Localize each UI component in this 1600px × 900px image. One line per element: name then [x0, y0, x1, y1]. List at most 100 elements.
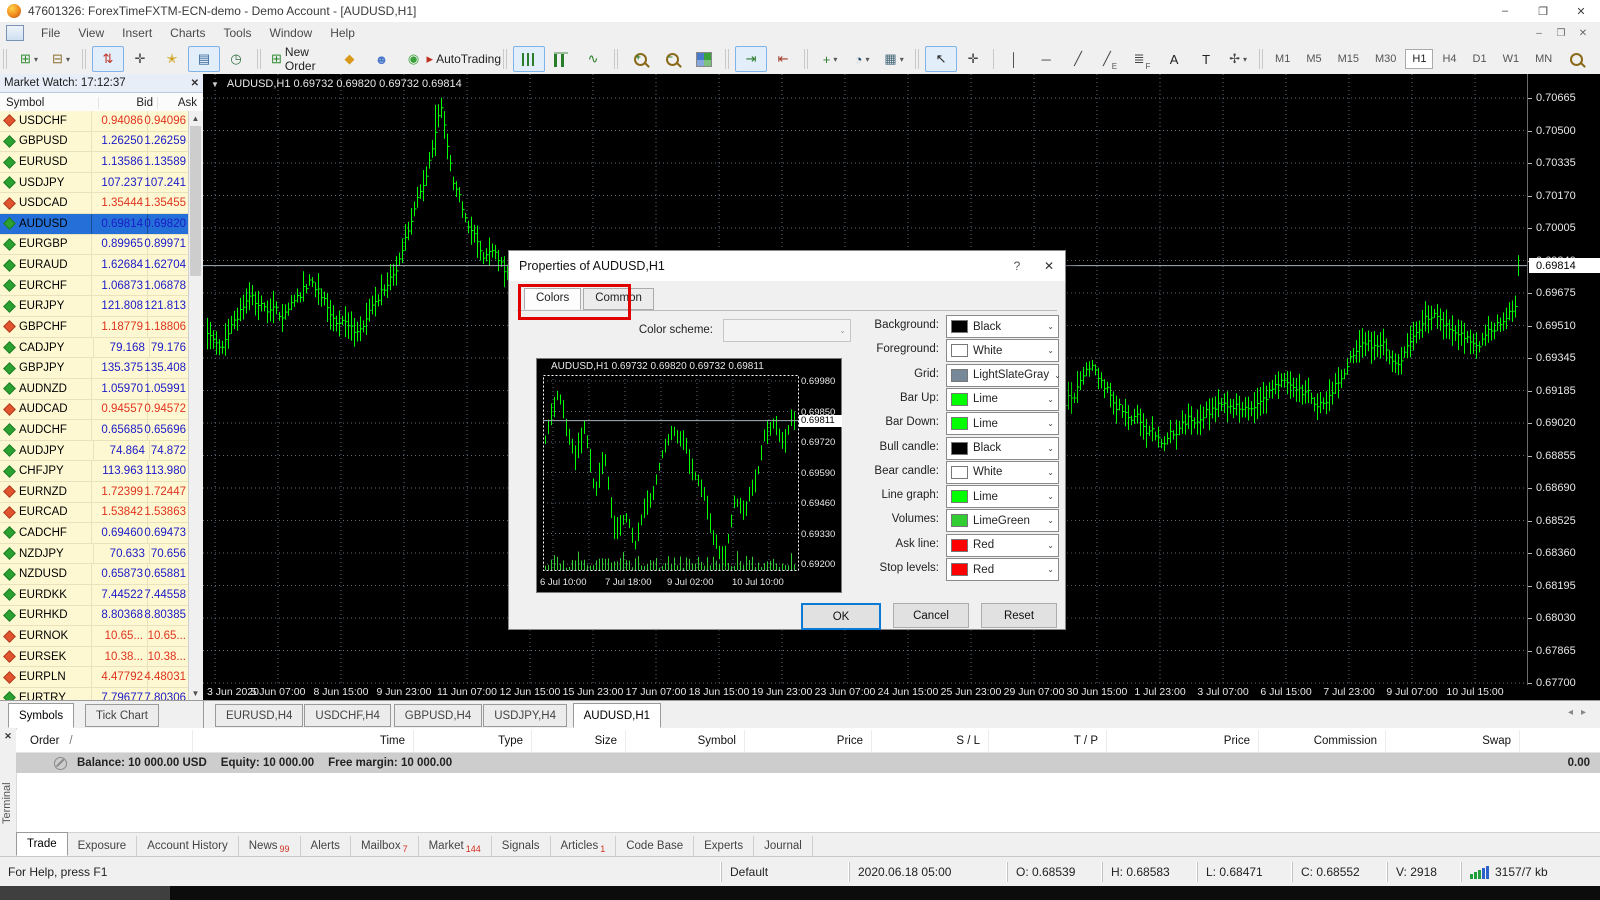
- menu-tools[interactable]: Tools: [215, 22, 261, 44]
- color-select-foreground-[interactable]: White⌄: [946, 339, 1059, 362]
- market-watch-row[interactable]: EURSEK10.38...10.38...: [0, 647, 189, 668]
- tab-scroll-left-icon[interactable]: ◂: [1568, 707, 1573, 718]
- chart-tab-audusd-h1[interactable]: AUDUSD,H1: [573, 703, 661, 728]
- scroll-down-icon[interactable]: ▼: [189, 686, 202, 700]
- chart-tab-eurusd-h4[interactable]: EURUSD,H4: [215, 704, 303, 727]
- timeframe-w1[interactable]: W1: [1496, 49, 1527, 69]
- market-watch-row[interactable]: EURHKD8.803688.80385: [0, 606, 189, 627]
- bar-chart-type-icon[interactable]: [513, 46, 545, 72]
- market-watch-row[interactable]: CADJPY79.16879.176: [0, 338, 189, 359]
- maximize-button[interactable]: ❐: [1524, 0, 1562, 22]
- close-button[interactable]: ✕: [1562, 0, 1600, 22]
- market-watch-row[interactable]: USDCAD1.354441.35455: [0, 193, 189, 214]
- menu-view[interactable]: View: [69, 22, 113, 44]
- cancel-button[interactable]: Cancel: [893, 603, 969, 628]
- menu-window[interactable]: Window: [261, 22, 322, 44]
- dialog-close-button[interactable]: ✕: [1033, 251, 1065, 281]
- horizontal-line-icon[interactable]: ─: [1030, 46, 1062, 72]
- scrollbar-thumb[interactable]: [190, 126, 201, 276]
- terminal-column-symbol[interactable]: Symbol: [626, 730, 745, 752]
- color-select-grid-[interactable]: LightSlateGray⌄: [946, 364, 1059, 387]
- chart-tab-usdjpy-h4[interactable]: USDJPY,H4: [483, 704, 567, 727]
- market-watch-row[interactable]: EURCAD1.538421.53863: [0, 503, 189, 524]
- tab-scroll-right-icon[interactable]: ▸: [1581, 707, 1586, 718]
- timeframe-m30[interactable]: M30: [1368, 49, 1403, 69]
- auto-scroll-icon[interactable]: ⇥: [735, 46, 767, 72]
- terminal-column-commission[interactable]: Commission: [1259, 730, 1386, 752]
- timeframe-h1[interactable]: H1: [1405, 49, 1433, 69]
- terminal-tab-signals[interactable]: Signals: [492, 836, 551, 856]
- market-watch-row[interactable]: EURAUD1.626841.62704: [0, 255, 189, 276]
- reset-button[interactable]: Reset: [981, 603, 1057, 628]
- profiles-icon[interactable]: ⊟▾: [45, 46, 77, 72]
- terminal-tab-alerts[interactable]: Alerts: [301, 836, 351, 856]
- market-watch-row[interactable]: CADCHF0.694600.69473: [0, 523, 189, 544]
- color-select-bear-candle-[interactable]: White⌄: [946, 461, 1059, 484]
- timeframe-m5[interactable]: M5: [1299, 49, 1328, 69]
- chevron-down-icon[interactable]: ▼: [211, 80, 219, 89]
- dialog-tab-common[interactable]: Common: [583, 288, 654, 310]
- scroll-up-icon[interactable]: ▲: [189, 111, 202, 125]
- market-watch-tab-symbols[interactable]: Symbols: [8, 703, 74, 728]
- cursor-icon[interactable]: ↖: [925, 46, 957, 72]
- terminal-tab-news[interactable]: News99: [239, 836, 301, 856]
- trendline-icon[interactable]: ╱: [1062, 46, 1094, 72]
- market-watch-row[interactable]: EURUSD1.135861.13589: [0, 152, 189, 173]
- terminal-tab-journal[interactable]: Journal: [754, 836, 813, 856]
- experts-icon[interactable]: ☻: [365, 46, 397, 72]
- search-icon[interactable]: [1560, 46, 1592, 72]
- templates-icon[interactable]: ▦▾: [878, 46, 910, 72]
- market-watch-row[interactable]: EURTRY7.796777.80306: [0, 688, 189, 700]
- market-watch-row[interactable]: AUDCHF0.656850.65696: [0, 420, 189, 441]
- market-watch-row[interactable]: GBPCHF1.187791.18806: [0, 317, 189, 338]
- dialog-help-button[interactable]: ?: [1001, 251, 1033, 281]
- market-watch-row[interactable]: AUDCAD0.945570.94572: [0, 400, 189, 421]
- child-minimize-button[interactable]: –: [1528, 24, 1550, 42]
- color-select-background-[interactable]: Black⌄: [946, 315, 1059, 338]
- zoom-in-icon[interactable]: +: [624, 46, 656, 72]
- market-watch-scrollbar[interactable]: ▲ ▼: [188, 111, 203, 700]
- terminal-tab-code-base[interactable]: Code Base: [616, 836, 694, 856]
- terminal-close-icon[interactable]: ✕: [2, 730, 14, 742]
- market-watch-row[interactable]: EURNZD1.723991.72447: [0, 482, 189, 503]
- color-select-bar-up-[interactable]: Lime⌄: [946, 388, 1059, 411]
- vertical-line-icon[interactable]: │: [998, 46, 1030, 72]
- terminal-column-type[interactable]: Type: [414, 730, 532, 752]
- terminal-tab-trade[interactable]: Trade: [16, 832, 68, 856]
- minimize-button[interactable]: –: [1486, 0, 1524, 22]
- market-watch-row[interactable]: NZDUSD0.658730.65881: [0, 564, 189, 585]
- menu-help[interactable]: Help: [321, 22, 364, 44]
- balance-row[interactable]: Balance: 10 000.00 USD Equity: 10 000.00…: [16, 753, 1600, 773]
- market-watch-row[interactable]: USDCHF0.940860.94096: [0, 111, 189, 132]
- candlestick-type-icon[interactable]: [545, 46, 577, 72]
- text-icon[interactable]: A: [1158, 46, 1190, 72]
- color-select-bull-candle-[interactable]: Black⌄: [946, 437, 1059, 460]
- market-watch-tab-tick-chart[interactable]: Tick Chart: [85, 704, 159, 727]
- ok-button[interactable]: OK: [801, 603, 881, 630]
- market-watch-row[interactable]: GBPJPY135.375135.408: [0, 358, 189, 379]
- strategy-tester-icon[interactable]: ◷: [220, 46, 252, 72]
- navigator-icon[interactable]: ✭: [156, 46, 188, 72]
- market-watch-row[interactable]: EURNOK10.65...10.65...: [0, 626, 189, 647]
- terminal-column-time[interactable]: Time: [193, 730, 414, 752]
- terminal-column-order[interactable]: Order/: [16, 730, 193, 752]
- market-watch-row[interactable]: AUDNZD1.059701.05991: [0, 379, 189, 400]
- chart-shift-icon[interactable]: ⇤: [767, 46, 799, 72]
- market-watch-row[interactable]: EURDKK7.445227.44558: [0, 585, 189, 606]
- menu-file[interactable]: File: [32, 22, 69, 44]
- indicators-icon[interactable]: +▾: [814, 46, 846, 72]
- timeframe-m15[interactable]: M15: [1331, 49, 1366, 69]
- metaeditor-icon[interactable]: ◆: [333, 46, 365, 72]
- equidistant-channel-icon[interactable]: ╱E: [1094, 46, 1126, 72]
- terminal-column-sl[interactable]: S / L: [872, 730, 989, 752]
- market-watch-icon[interactable]: ⇅: [92, 46, 124, 72]
- terminal-column-size[interactable]: Size: [532, 730, 626, 752]
- terminal-column-price[interactable]: Price: [745, 730, 872, 752]
- data-window-icon[interactable]: ✛: [124, 46, 156, 72]
- color-select-stop-levels-[interactable]: Red⌄: [946, 558, 1059, 581]
- market-watch-row[interactable]: AUDUSD0.698140.69820: [0, 214, 189, 235]
- menu-insert[interactable]: Insert: [113, 22, 161, 44]
- terminal-column-tp[interactable]: T / P: [989, 730, 1107, 752]
- autotrading-icon[interactable]: ▸AutoTrading: [429, 46, 498, 72]
- terminal-tab-market[interactable]: Market144: [419, 836, 492, 856]
